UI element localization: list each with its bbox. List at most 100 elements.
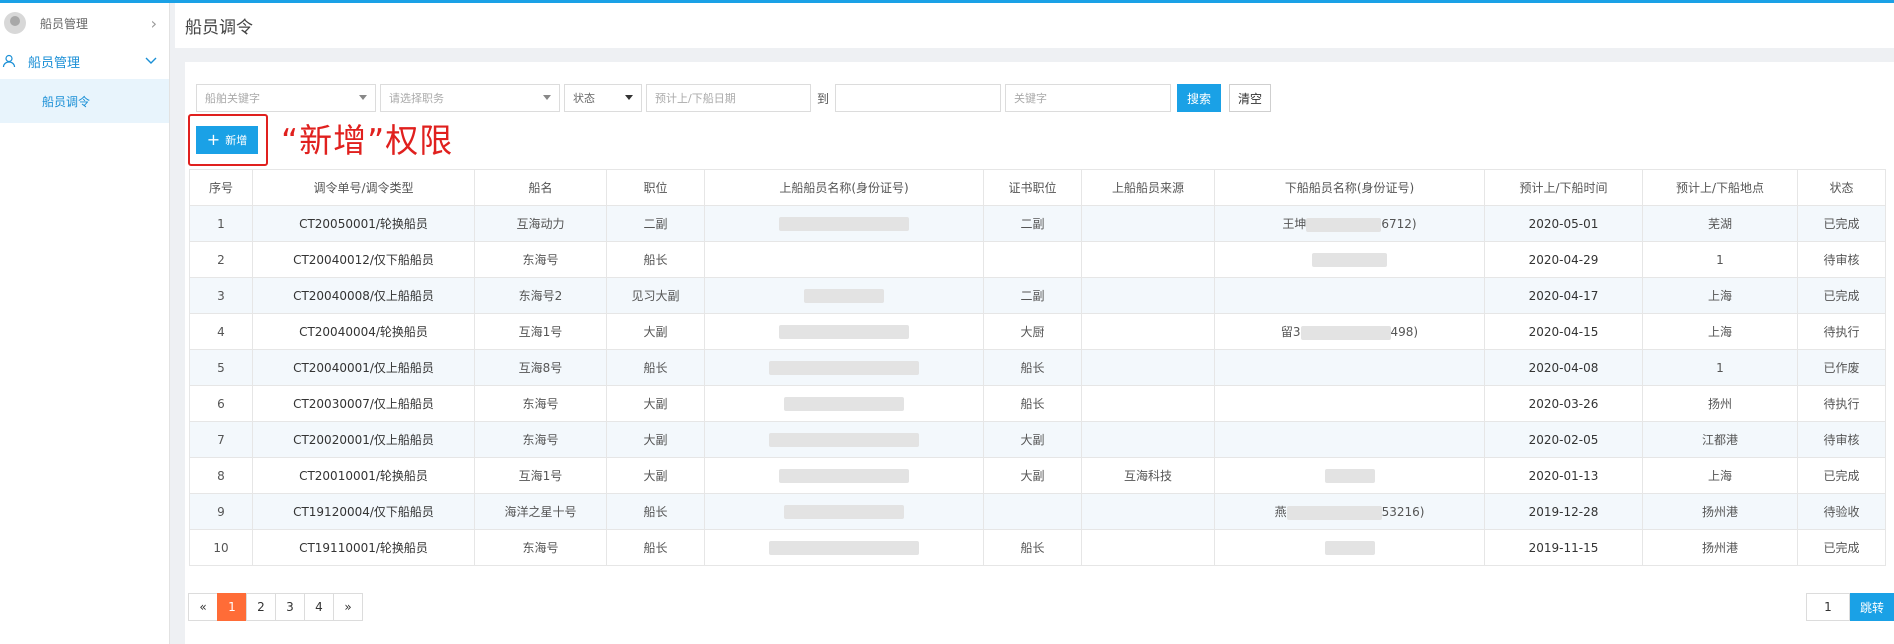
table-row[interactable]: 10 CT19110001/轮换船员 东海号 船长 船长 2019-11-15 扬州港 已完成 — [189, 529, 1886, 566]
ship-keyword-placeholder: 船舶关键字 — [205, 92, 260, 105]
leaving-crew-cell: 留3 498) — [1214, 313, 1485, 350]
status-select[interactable]: 状态 — [564, 84, 642, 112]
search-button[interactable]: 搜索 — [1177, 84, 1222, 112]
column-header: 职位 — [606, 169, 705, 206]
order-number-cell: CT20030007/仅上船船员 — [252, 385, 475, 422]
boarding-crew-cell — [704, 457, 984, 494]
table-row[interactable]: 3 CT20040008/仅上船船员 东海号2 见习大副 二副 2020-04-17 上海已… — [189, 277, 1886, 314]
leaving-crew-cell — [1214, 385, 1485, 422]
add-button[interactable]: + 新增 — [196, 126, 258, 154]
sidebar-top-label: 船员管理 — [40, 16, 89, 31]
position-cell: 大副 — [606, 385, 705, 422]
ship-keyword-select[interactable]: 船舶关键字 — [196, 84, 376, 112]
pagination: « 1 2 3 4 » — [188, 593, 363, 621]
date-range-to-label: 到 — [817, 91, 830, 106]
place-cell: 1 — [1642, 349, 1798, 386]
row-number-cell: 6 — [189, 385, 253, 422]
redacted-name-block — [769, 540, 919, 555]
position-cell: 大副 — [606, 421, 705, 458]
crew-source-cell: 互海科技 — [1081, 457, 1215, 494]
order-number-cell: CT20040001/仅上船船员 — [252, 349, 475, 386]
position-cell: 船长 — [606, 529, 705, 566]
clear-button[interactable]: 清空 — [1229, 84, 1272, 112]
table-row[interactable]: 7 CT20020001/仅上船船员 东海号 大副 大副 2020-02-05 江都港 待审核 — [189, 421, 1886, 458]
table-row[interactable]: 2 CT20040012/仅下船船员 东海号 船长 2020-04-29 1 待审核 — [189, 241, 1886, 278]
ship-name-cell: 东海号 — [474, 385, 607, 422]
table-row[interactable]: 6 CT20030007/仅上船船员 东海号 大副 船长 2020-03-26 扬州 待执行 — [189, 385, 1886, 422]
plus-icon: + — [206, 130, 221, 149]
redacted-name-block — [804, 288, 884, 303]
column-header: 预计上/下船地点 — [1642, 169, 1798, 206]
page-jump-button[interactable]: 跳转 — [1850, 593, 1894, 621]
row-number-cell: 1 — [189, 205, 253, 242]
chevron-down-icon — [145, 57, 157, 64]
status-cell: 已完成 — [1797, 457, 1886, 494]
leaving-crew-name: 燕 — [1274, 505, 1287, 519]
ship-name-cell: 互海1号 — [474, 313, 607, 350]
column-header: 下船船员名称(身份证号) — [1214, 169, 1485, 206]
crew-source-cell — [1081, 277, 1215, 314]
column-header: 调令单号/调令类型 — [252, 169, 475, 206]
date-start-placeholder: 预计上/下船日期 — [655, 92, 736, 105]
place-cell: 1 — [1642, 241, 1798, 278]
ship-name-cell: 东海号 — [474, 529, 607, 566]
row-number-cell: 8 — [189, 457, 253, 494]
cert-position-cell: 二副 — [983, 205, 1082, 242]
row-number-cell: 7 — [189, 421, 253, 458]
sidebar-item-label: 船员调令 — [42, 94, 91, 109]
sidebar-user-row[interactable]: 船员管理 › — [0, 3, 169, 43]
place-cell: 江都港 — [1642, 421, 1798, 458]
position-cell: 见习大副 — [606, 277, 705, 314]
sidebar-group-crew[interactable]: 船员管理 — [0, 43, 169, 79]
table-row[interactable]: 5 CT20040001/仅上船船员 互海8号 船长 船长 2020-04-08 1 已作废 — [189, 349, 1886, 386]
order-number-cell: CT19110001/轮换船员 — [252, 529, 475, 566]
leaving-crew-cell — [1214, 529, 1485, 566]
position-cell: 船长 — [606, 493, 705, 530]
leaving-crew-cell — [1214, 241, 1485, 278]
leaving-crew-cell: 王坤 6712) — [1214, 205, 1485, 242]
table-row[interactable]: 1 CT20050001/轮换船员 互海动力 二副 二副 王坤 6712) 2020-05-0… — [189, 205, 1886, 242]
page-jump-input[interactable]: 1 — [1806, 593, 1850, 621]
status-cell: 已作废 — [1797, 349, 1886, 386]
status-cell: 待审核 — [1797, 421, 1886, 458]
ship-name-cell: 互海1号 — [474, 457, 607, 494]
redacted-name-block — [1324, 468, 1375, 483]
page-2-button[interactable]: 2 — [246, 593, 276, 621]
keyword-placeholder: 关键字 — [1014, 92, 1048, 105]
column-header: 序号 — [189, 169, 253, 206]
sidebar-item-crew-order[interactable]: 船员调令 — [0, 79, 169, 123]
avatar — [4, 12, 26, 34]
boarding-crew-cell — [704, 241, 984, 278]
boarding-crew-cell — [704, 421, 984, 458]
status-cell: 待审核 — [1797, 241, 1886, 278]
ship-name-cell: 互海动力 — [474, 205, 607, 242]
row-number-cell: 4 — [189, 313, 253, 350]
cert-position-cell: 大厨 — [983, 313, 1082, 350]
position-select[interactable]: 请选择职务 — [380, 84, 560, 112]
page-1-button[interactable]: 1 — [217, 593, 247, 621]
redacted-name-block — [1324, 540, 1375, 555]
keyword-input[interactable]: 关键字 — [1005, 84, 1172, 112]
status-cell: 待执行 — [1797, 385, 1886, 422]
table-row[interactable]: 9 CT19120004/仅下船船员 海洋之星十号 船长 燕 53216) 2019-12-… — [189, 493, 1886, 530]
place-cell: 扬州港 — [1642, 529, 1798, 566]
caret-down-icon — [359, 95, 367, 100]
next-page-button[interactable]: » — [333, 593, 363, 621]
order-number-cell: CT20010001/轮换船员 — [252, 457, 475, 494]
date-start-input[interactable]: 预计上/下船日期 — [646, 84, 811, 112]
prev-page-button[interactable]: « — [188, 593, 218, 621]
status-cell: 待执行 — [1797, 313, 1886, 350]
page-4-button[interactable]: 4 — [304, 593, 334, 621]
date-cell: 2020-01-13 — [1484, 457, 1643, 494]
ship-name-cell: 东海号 — [474, 421, 607, 458]
page-3-button[interactable]: 3 — [275, 593, 305, 621]
boarding-crew-cell — [704, 385, 984, 422]
order-number-cell: CT20040008/仅上船船员 — [252, 277, 475, 314]
date-end-input[interactable] — [835, 84, 1002, 112]
cert-position-cell: 船长 — [983, 529, 1082, 566]
table-row[interactable]: 8 CT20010001/轮换船员 互海1号 大副 大副 互海科技 2020-01-13 上海… — [189, 457, 1886, 494]
crew-source-cell — [1081, 313, 1215, 350]
place-cell: 芜湖 — [1642, 205, 1798, 242]
cert-position-cell: 大副 — [983, 421, 1082, 458]
table-row[interactable]: 4 CT20040004/轮换船员 互海1号 大副 大厨 留3 498) 2020-04-15… — [189, 313, 1886, 350]
